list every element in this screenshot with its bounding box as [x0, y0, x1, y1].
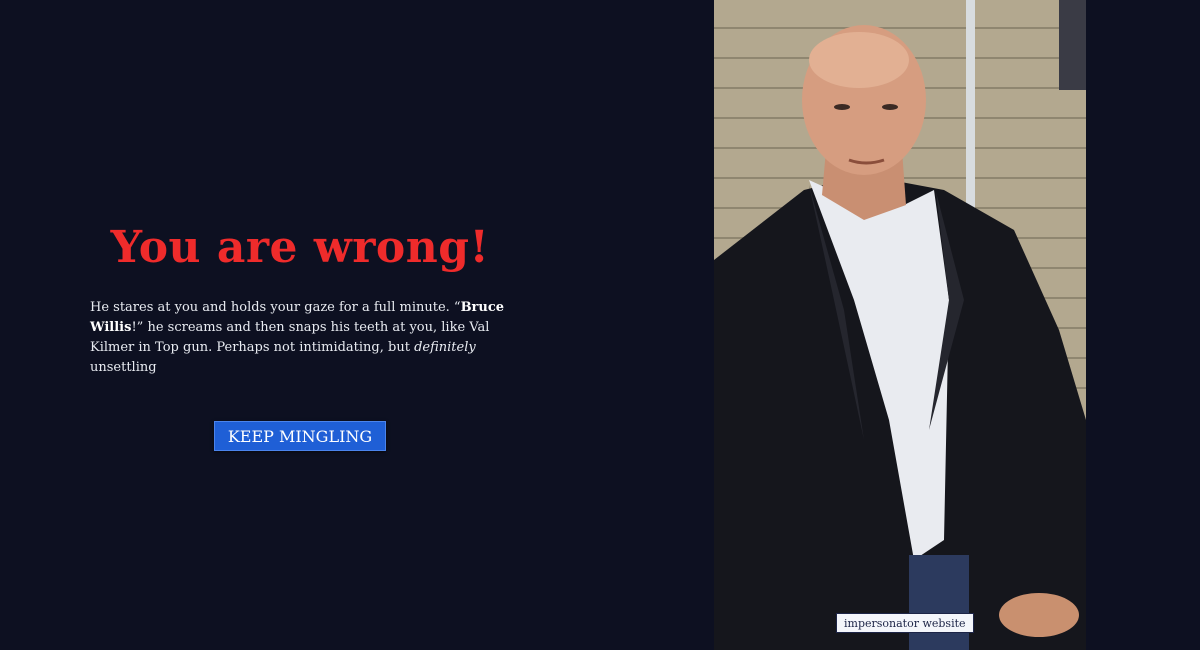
story-text-1: He stares at you and holds your gaze for…: [90, 300, 461, 315]
button-row: KEEP MINGLING: [90, 421, 510, 451]
keep-mingling-button[interactable]: KEEP MINGLING: [213, 421, 387, 451]
page: You are wrong! He stares at you and hold…: [0, 0, 1200, 650]
story-text-3: unsettling: [90, 360, 157, 375]
result-headline: You are wrong!: [110, 222, 490, 273]
result-story: He stares at you and holds your gaze for…: [90, 298, 510, 378]
portrait-illustration: [714, 0, 1086, 650]
impersonator-photo: [714, 0, 1086, 650]
impersonator-website-link[interactable]: impersonator website: [836, 613, 974, 633]
result-panel: You are wrong! He stares at you and hold…: [90, 220, 510, 451]
story-emphasis: definitely: [414, 340, 476, 355]
